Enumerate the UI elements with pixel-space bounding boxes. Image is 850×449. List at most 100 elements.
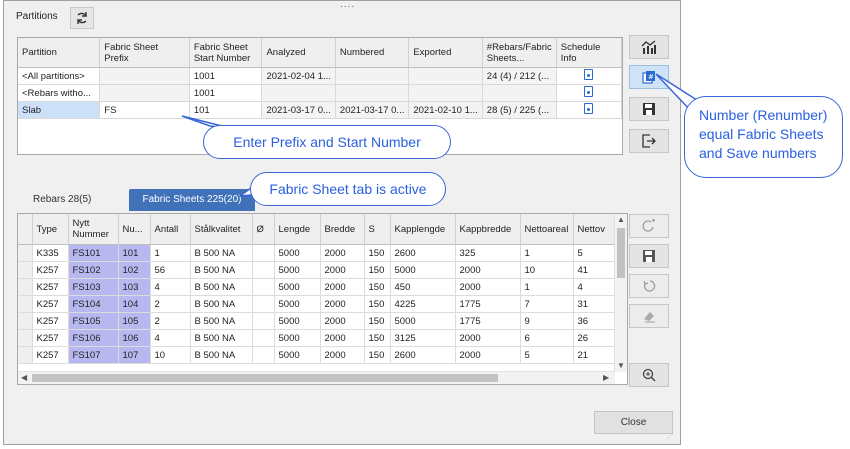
- partition-row[interactable]: <All partitions> 1001 2021-02-04 1... 24…: [18, 67, 623, 85]
- schedule-info-cell[interactable]: [556, 67, 623, 85]
- cell-s[interactable]: 150: [364, 329, 391, 347]
- col-analyzed[interactable]: Analyzed: [261, 38, 336, 68]
- grid-row[interactable]: K257 FS107 107 10 B 500 NA 5000 2000 150 2600 200…: [18, 346, 618, 364]
- cell-kappbredde[interactable]: 2000: [455, 278, 521, 296]
- cell-nettovekt[interactable]: 41: [573, 261, 618, 279]
- cell-lengde[interactable]: 5000: [274, 261, 321, 279]
- cell-lengde[interactable]: 5000: [274, 244, 321, 262]
- cell-s[interactable]: 150: [364, 312, 391, 330]
- cell-bredde[interactable]: 2000: [320, 261, 365, 279]
- cell-nettoareal[interactable]: 5: [520, 346, 574, 364]
- cell-s[interactable]: 150: [364, 295, 391, 313]
- resize-grip-icon[interactable]: ⋰: [667, 432, 674, 440]
- cell-nummer[interactable]: 106: [118, 329, 151, 347]
- cell-kapplengde[interactable]: 2600: [390, 244, 456, 262]
- cell-kappbredde[interactable]: 2000: [455, 346, 521, 364]
- cell-s[interactable]: 150: [364, 346, 391, 364]
- col-exported[interactable]: Exported: [408, 38, 483, 68]
- cell-stalkvalitet[interactable]: B 500 NA: [190, 329, 253, 347]
- cell-diameter[interactable]: [252, 261, 275, 279]
- cell-nytt-nummer[interactable]: FS103: [68, 278, 119, 296]
- col-stalkvalitet[interactable]: Stålkvalitet: [190, 214, 253, 245]
- col-nettovekt[interactable]: Nettov: [573, 214, 618, 245]
- cell-diameter[interactable]: [252, 346, 275, 364]
- tab-partitions[interactable]: Partitions: [16, 11, 58, 22]
- cell-kappbredde[interactable]: 1775: [455, 295, 521, 313]
- cell-antall[interactable]: 2: [150, 295, 191, 313]
- col-s[interactable]: S: [364, 214, 391, 245]
- start-number-cell[interactable]: 1001: [189, 67, 263, 85]
- refresh-button[interactable]: [70, 7, 94, 29]
- cell-nytt-nummer[interactable]: FS104: [68, 295, 119, 313]
- col-partition[interactable]: Partition: [18, 38, 101, 68]
- schedule-info-cell[interactable]: [556, 84, 623, 102]
- cell-nummer[interactable]: 104: [118, 295, 151, 313]
- cell-kapplengde[interactable]: 450: [390, 278, 456, 296]
- grid-row[interactable]: K257 FS103 103 4 B 500 NA 5000 2000 150 450 2000 1…: [18, 278, 618, 296]
- cell-antall[interactable]: 2: [150, 312, 191, 330]
- cell-diameter[interactable]: [252, 312, 275, 330]
- partition-cell[interactable]: Slab: [18, 101, 101, 119]
- partition-cell[interactable]: <Rebars witho...: [18, 84, 101, 102]
- cell-kapplengde[interactable]: 5000: [390, 312, 456, 330]
- cell-stalkvalitet[interactable]: B 500 NA: [190, 261, 253, 279]
- analyze-button[interactable]: [629, 35, 669, 59]
- col-numbered[interactable]: Numbered: [335, 38, 410, 68]
- col-counts[interactable]: #Rebars/Fabric Sheets...: [482, 38, 557, 68]
- cell-lengde[interactable]: 5000: [274, 329, 321, 347]
- cell-bredde[interactable]: 2000: [320, 278, 365, 296]
- grid-row[interactable]: K257 FS102 102 56 B 500 NA 5000 2000 150 5000 200…: [18, 261, 618, 279]
- cell-diameter[interactable]: [252, 295, 275, 313]
- col-bredde[interactable]: Bredde: [320, 214, 365, 245]
- col-nytt-nummer[interactable]: Nytt Nummer: [68, 214, 119, 245]
- partition-cell[interactable]: <All partitions>: [18, 67, 101, 85]
- cell-lengde[interactable]: 5000: [274, 278, 321, 296]
- clear-button[interactable]: [629, 304, 669, 328]
- cell-diameter[interactable]: [252, 244, 275, 262]
- cell-stalkvalitet[interactable]: B 500 NA: [190, 346, 253, 364]
- cell-nummer[interactable]: 102: [118, 261, 151, 279]
- tab-rebars[interactable]: Rebars 28(5): [25, 189, 125, 211]
- cell-kappbredde[interactable]: 2000: [455, 329, 521, 347]
- cell-bredde[interactable]: 2000: [320, 329, 365, 347]
- save-partition-button[interactable]: [629, 97, 669, 121]
- cell-nettoareal[interactable]: 9: [520, 312, 574, 330]
- reset-button[interactable]: [629, 274, 669, 298]
- cell-kapplengde[interactable]: 5000: [390, 261, 456, 279]
- cell-lengde[interactable]: 5000: [274, 295, 321, 313]
- cell-nytt-nummer[interactable]: FS107: [68, 346, 119, 364]
- save-grid-button[interactable]: [629, 244, 669, 268]
- schedule-info-icon[interactable]: [584, 86, 594, 97]
- cell-nytt-nummer[interactable]: FS102: [68, 261, 119, 279]
- cell-nettovekt[interactable]: 21: [573, 346, 618, 364]
- cell-type[interactable]: K335: [32, 244, 69, 262]
- scroll-up-icon[interactable]: ▲: [617, 214, 625, 226]
- cell-nettovekt[interactable]: 31: [573, 295, 618, 313]
- cell-nettoareal[interactable]: 7: [520, 295, 574, 313]
- cell-nettovekt[interactable]: 36: [573, 312, 618, 330]
- cell-nummer[interactable]: 107: [118, 346, 151, 364]
- col-kapplengde[interactable]: Kapplengde: [390, 214, 456, 245]
- cell-nummer[interactable]: 101: [118, 244, 151, 262]
- cell-nettoareal[interactable]: 10: [520, 261, 574, 279]
- cell-antall[interactable]: 4: [150, 278, 191, 296]
- cell-type[interactable]: K257: [32, 295, 69, 313]
- horizontal-scrollbar[interactable]: ◀ ▶: [18, 371, 615, 384]
- col-diameter[interactable]: Ø: [252, 214, 275, 245]
- partition-row[interactable]: <Rebars witho... 1001: [18, 84, 623, 102]
- cell-diameter[interactable]: [252, 278, 275, 296]
- grid-row[interactable]: K335 FS101 101 1 B 500 NA 5000 2000 150 2600 325 1…: [18, 244, 618, 262]
- col-lengde[interactable]: Lengde: [274, 214, 321, 245]
- cell-bredde[interactable]: 2000: [320, 244, 365, 262]
- cell-antall[interactable]: 10: [150, 346, 191, 364]
- cell-type[interactable]: K257: [32, 278, 69, 296]
- new-sheet-button[interactable]: [629, 214, 669, 238]
- scroll-down-icon[interactable]: ▼: [617, 360, 625, 372]
- vertical-scrollbar[interactable]: ▲ ▼: [614, 214, 627, 372]
- cell-antall[interactable]: 56: [150, 261, 191, 279]
- cell-nytt-nummer[interactable]: FS101: [68, 244, 119, 262]
- cell-kappbredde[interactable]: 2000: [455, 261, 521, 279]
- cell-kapplengde[interactable]: 3125: [390, 329, 456, 347]
- col-schedule-info[interactable]: Schedule Info: [556, 38, 623, 68]
- horizontal-scroll-thumb[interactable]: [32, 374, 498, 382]
